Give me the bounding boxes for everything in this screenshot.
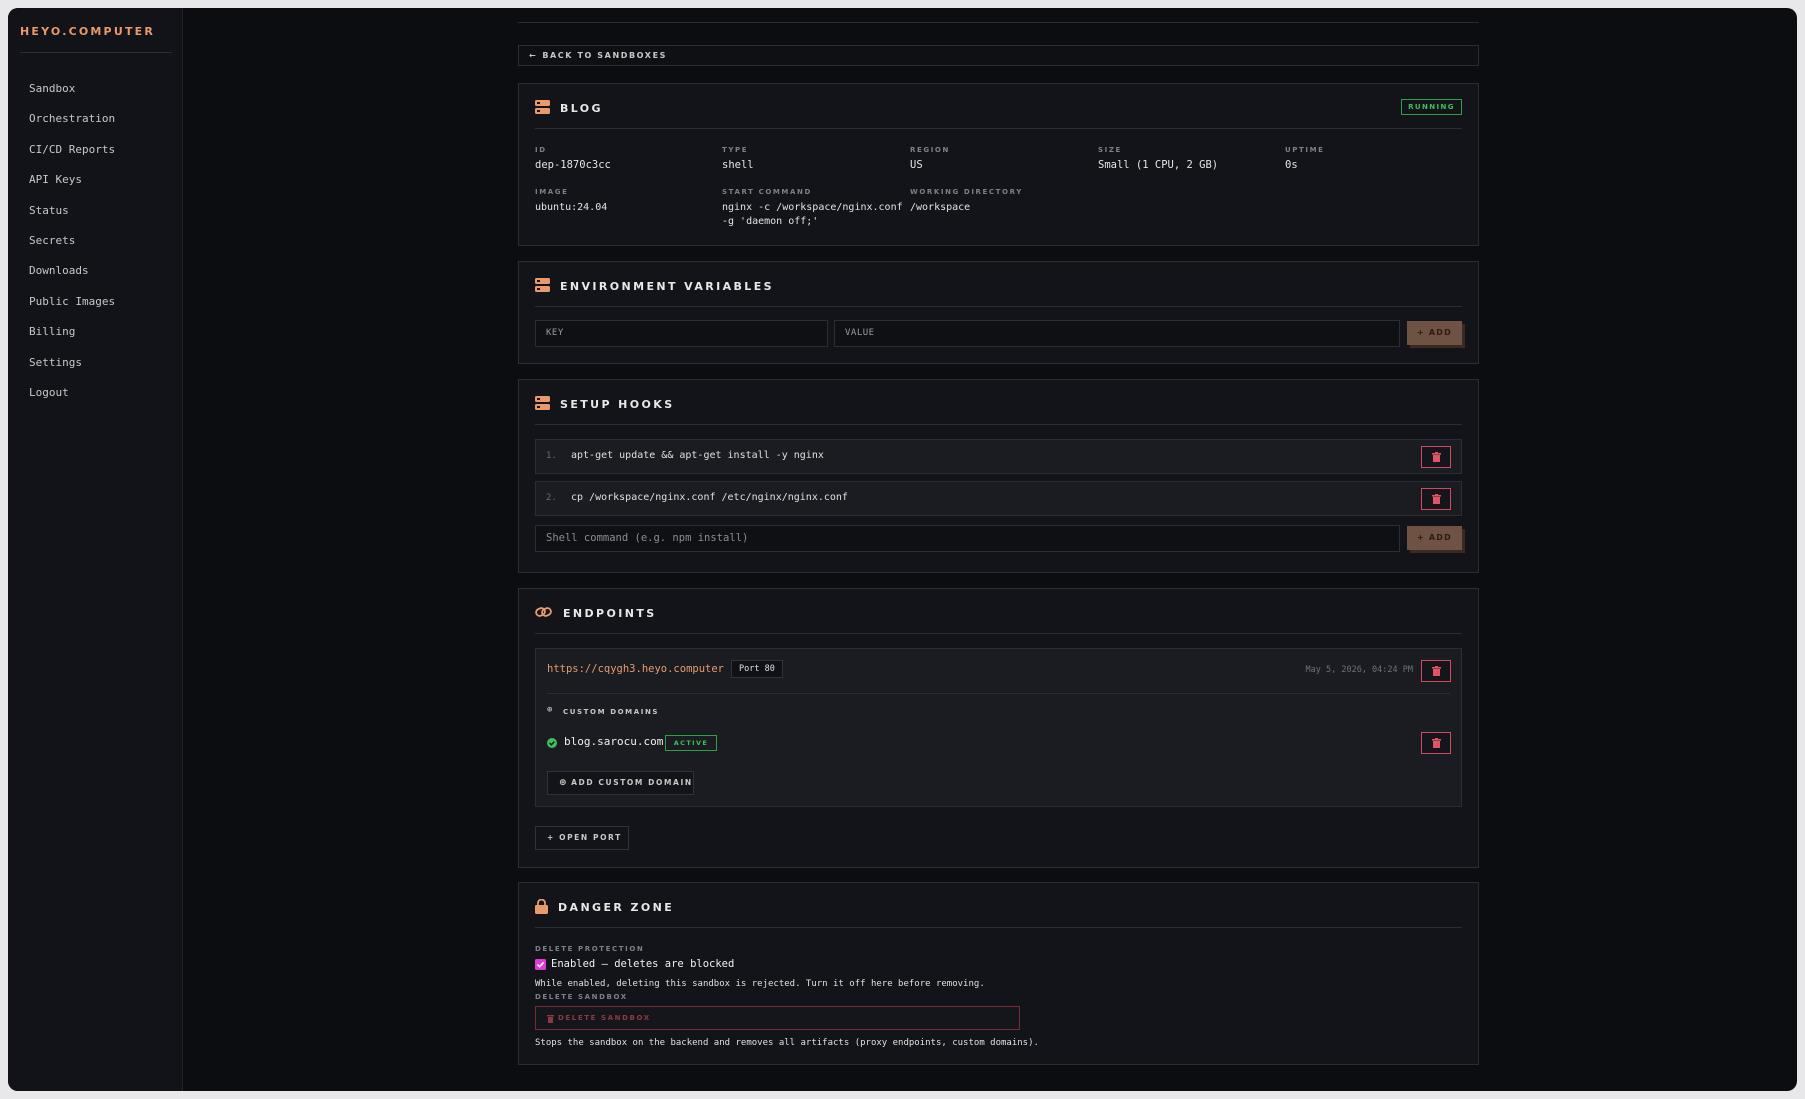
card-header: BLOG RUNNING	[535, 84, 1462, 129]
delete-sandbox-label: DELETE SANDBOX	[535, 993, 628, 1001]
image-value: ubuntu:24.04	[535, 202, 608, 213]
region-label: REGION	[910, 146, 950, 154]
server-icon	[535, 100, 550, 114]
trash-icon	[1432, 738, 1441, 748]
image-label: IMAGE	[535, 188, 569, 196]
lock-icon	[535, 899, 548, 914]
start-command-line-2: -g 'daemon off;'	[722, 216, 819, 227]
sidebar: HEYO.COMPUTER Sandbox Orchestration CI/C…	[8, 8, 183, 1091]
trash-icon	[1432, 452, 1441, 462]
open-port-button[interactable]: + OPEN PORT	[535, 826, 629, 850]
sidebar-item-secrets[interactable]: Secrets	[8, 226, 183, 256]
setup-hooks-card: SETUP HOOKS 1. apt-get update && apt-get…	[518, 379, 1479, 573]
size-label: SIZE	[1098, 146, 1122, 154]
endpoints-title: ENDPOINTS	[563, 607, 657, 620]
delete-protection-label: DELETE PROTECTION	[535, 945, 645, 953]
endpoints-card: ENDPOINTS https://cqygh3.heyo.computer P…	[518, 588, 1479, 868]
id-value: dep-1870c3cc	[535, 159, 611, 171]
sidebar-item-api-keys[interactable]: API Keys	[8, 165, 183, 195]
hook-command-input[interactable]: Shell command (e.g. npm install)	[535, 525, 1400, 552]
back-to-sandboxes-button[interactable]: ← BACK TO SANDBOXES	[518, 45, 1479, 66]
brand-logo[interactable]: HEYO.COMPUTER	[20, 25, 172, 53]
hook-row: 1. apt-get update && apt-get install -y …	[535, 439, 1462, 474]
env-vars-title: ENVIRONMENT VARIABLES	[560, 280, 774, 293]
trash-icon	[1432, 666, 1441, 676]
sidebar-nav: Sandbox Orchestration CI/CD Reports API …	[8, 74, 183, 408]
card-header: ENVIRONMENT VARIABLES	[535, 262, 1462, 307]
sidebar-item-sandbox[interactable]: Sandbox	[8, 74, 183, 104]
working-directory-value: /workspace	[910, 202, 971, 213]
status-badge: RUNNING	[1401, 99, 1462, 115]
env-value-input[interactable]: VALUE	[834, 320, 1400, 347]
hook-command: apt-get update && apt-get install -y ngi…	[571, 450, 824, 461]
endpoint-item: https://cqygh3.heyo.computer Port 80 May…	[535, 648, 1462, 807]
sidebar-item-settings[interactable]: Settings	[8, 348, 183, 378]
port-badge: Port 80	[731, 660, 783, 678]
arrow-left-icon: ←	[529, 51, 538, 60]
divider	[518, 22, 1479, 23]
env-add-button[interactable]: + ADD	[1407, 321, 1462, 345]
delete-sandbox-note: Stops the sandbox on the backend and rem…	[535, 1038, 1039, 1048]
sidebar-item-cicd-reports[interactable]: CI/CD Reports	[8, 135, 183, 165]
delete-hook-button[interactable]	[1421, 446, 1451, 468]
sandbox-title: BLOG	[560, 102, 603, 115]
globe-icon: ⊕	[559, 778, 569, 788]
delete-protection-note: While enabled, deleting this sandbox is …	[535, 979, 985, 989]
type-value: shell	[722, 159, 754, 171]
region-value: US	[910, 159, 923, 171]
server-icon	[535, 396, 550, 410]
delete-endpoint-button[interactable]	[1421, 660, 1451, 682]
sidebar-item-billing[interactable]: Billing	[8, 317, 183, 347]
sidebar-item-status[interactable]: Status	[8, 196, 183, 226]
env-key-input[interactable]: KEY	[535, 320, 828, 347]
sandbox-info-card: BLOG RUNNING ID dep-1870c3cc TYPE shell …	[518, 83, 1479, 246]
sidebar-item-logout[interactable]: Logout	[8, 378, 183, 408]
card-header: DANGER ZONE	[535, 883, 1462, 928]
env-vars-card: ENVIRONMENT VARIABLES KEY VALUE + ADD	[518, 261, 1479, 364]
hook-number: 2.	[546, 493, 557, 503]
delete-domain-button[interactable]	[1421, 732, 1451, 754]
custom-domains-label: CUSTOM DOMAINS	[563, 708, 660, 716]
hook-number: 1.	[546, 451, 557, 461]
delete-protection-checkbox[interactable]	[535, 959, 546, 970]
trash-icon	[547, 1015, 554, 1023]
card-header: SETUP HOOKS	[535, 380, 1462, 425]
delete-sandbox-button[interactable]: DELETE SANDBOX	[535, 1006, 1020, 1030]
sidebar-item-downloads[interactable]: Downloads	[8, 256, 183, 286]
domain-status-badge: ACTIVE	[665, 735, 717, 751]
hook-row: 2. cp /workspace/nginx.conf /etc/nginx/n…	[535, 481, 1462, 516]
divider	[547, 693, 1450, 694]
card-header: ENDPOINTS	[535, 589, 1462, 634]
delete-protection-status: Enabled — deletes are blocked	[551, 958, 735, 970]
check-circle-icon	[547, 738, 557, 748]
sidebar-item-public-images[interactable]: Public Images	[8, 287, 183, 317]
delete-sandbox-button-label: DELETE SANDBOX	[558, 1014, 651, 1022]
endpoint-url-link[interactable]: https://cqygh3.heyo.computer	[547, 663, 724, 675]
size-value: Small (1 CPU, 2 GB)	[1098, 159, 1219, 171]
uptime-label: UPTIME	[1285, 146, 1325, 154]
uptime-value: 0s	[1285, 159, 1298, 171]
app-window: HEYO.COMPUTER Sandbox Orchestration CI/C…	[8, 8, 1797, 1091]
link-icon	[535, 607, 552, 617]
trash-icon	[1432, 494, 1441, 504]
start-command-label: START COMMAND	[722, 188, 812, 196]
hook-command: cp /workspace/nginx.conf /etc/nginx/ngin…	[571, 492, 848, 503]
delete-hook-button[interactable]	[1421, 488, 1451, 510]
setup-hooks-title: SETUP HOOKS	[560, 398, 675, 411]
add-custom-domain-button[interactable]: ⊕ ADD CUSTOM DOMAIN	[547, 771, 694, 795]
globe-icon: ⊕	[547, 705, 553, 715]
type-label: TYPE	[722, 146, 749, 154]
hook-add-button[interactable]: + ADD	[1407, 526, 1462, 550]
danger-zone-card: DANGER ZONE DELETE PROTECTION Enabled — …	[518, 882, 1479, 1065]
start-command-line-1: nginx -c /workspace/nginx.conf	[722, 202, 903, 213]
endpoint-timestamp: May 5, 2026, 04:24 PM	[1305, 665, 1413, 675]
custom-domain-name: blog.sarocu.com	[564, 735, 664, 748]
main-content: ← BACK TO SANDBOXES BLOG RUNNING ID dep-1…	[184, 8, 1797, 1091]
id-label: ID	[535, 146, 547, 154]
working-directory-label: WORKING DIRECTORY	[910, 188, 1023, 196]
server-icon	[535, 278, 550, 292]
sidebar-item-orchestration[interactable]: Orchestration	[8, 104, 183, 134]
danger-zone-title: DANGER ZONE	[558, 901, 675, 914]
